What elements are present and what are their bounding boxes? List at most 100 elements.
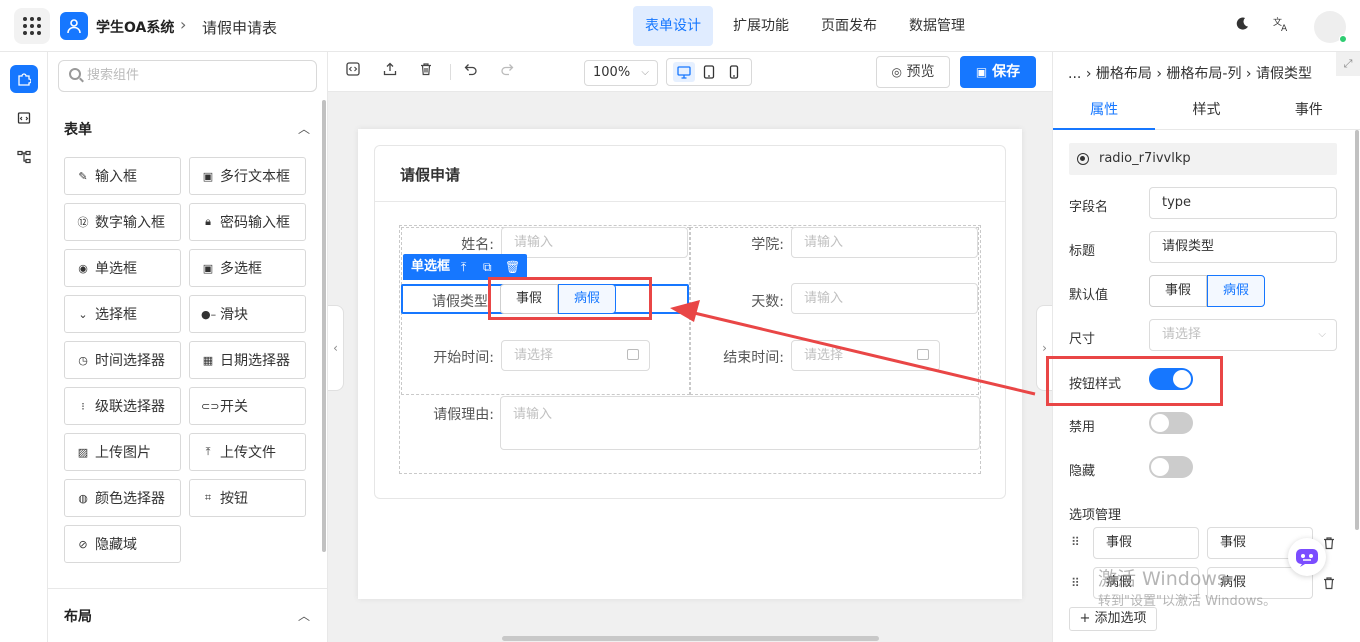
nav-form-design[interactable]: 表单设计 [633, 6, 713, 46]
export-icon[interactable] [381, 62, 399, 80]
comp-number[interactable]: ⑫ 数字输入框 [64, 203, 181, 241]
comp-cascader[interactable]: ⁝ 级联选择器 [64, 387, 181, 425]
start-time-picker[interactable]: 请选择 [501, 340, 650, 371]
comp-radio[interactable]: ◉ 单选框 [64, 249, 181, 287]
hidden-toggle[interactable] [1149, 456, 1193, 478]
comp-select[interactable]: ⌄ 选择框 [64, 295, 181, 333]
grid-icon [23, 17, 41, 35]
section-layout-title: 布局 [64, 609, 92, 625]
app-logo [60, 12, 88, 40]
type-label: 请假类型 [432, 294, 488, 310]
comp-checkbox[interactable]: ▣ 多选框 [189, 249, 306, 287]
property-tabs: 属性 样式 事件 [1053, 92, 1360, 130]
search-input[interactable]: 搜索组件 [58, 60, 317, 92]
comp-password[interactable]: 🔒︎ 密码输入框 [189, 203, 306, 241]
reason-textarea[interactable]: 请输入 [500, 396, 980, 450]
tree-tab[interactable] [10, 143, 38, 171]
section-form-title: 表单 [64, 122, 92, 138]
nav-extensions[interactable]: 扩展功能 [721, 6, 801, 46]
default-sick[interactable]: 病假 [1207, 275, 1266, 307]
upload-icon: ⤒ [205, 445, 211, 458]
preview-icon: ◎ [891, 65, 903, 79]
divider [375, 201, 1005, 202]
image-icon: ▨ [77, 445, 89, 459]
drag-handle-icon[interactable]: ⠿ [1071, 535, 1081, 549]
divider [450, 64, 451, 80]
undo-icon[interactable] [462, 62, 480, 80]
mobile-icon[interactable] [723, 62, 745, 82]
comp-color[interactable]: ◍ 颜色选择器 [64, 479, 181, 517]
chevron-up-icon[interactable]: ︿ [298, 607, 310, 624]
robot-icon [1296, 549, 1318, 567]
nav-publish[interactable]: 页面发布 [809, 6, 889, 46]
zoom-select[interactable]: 100% ⌵ [584, 60, 658, 86]
scrollbar[interactable] [322, 100, 326, 552]
scrollbar[interactable] [1355, 130, 1359, 530]
crumb-ellipsis[interactable]: ... [1068, 66, 1081, 82]
comp-slider[interactable]: ●– 滑块 [189, 295, 306, 333]
desktop-icon[interactable] [672, 62, 695, 82]
code-icon[interactable] [344, 62, 362, 80]
title-input[interactable]: 请假类型 [1149, 231, 1337, 263]
calendar-icon [627, 349, 639, 360]
assistant-bot-button[interactable] [1288, 538, 1326, 576]
chevron-right-icon: › [1156, 66, 1167, 82]
radio-icon: ◉ [78, 261, 88, 275]
name-input[interactable]: 请输入 [501, 227, 688, 258]
trash-icon[interactable] [1322, 576, 1336, 590]
comp-input[interactable]: ✎ 输入框 [64, 157, 181, 195]
redo-icon[interactable] [498, 62, 516, 80]
college-label: 学院: [751, 237, 784, 253]
save-button[interactable]: ▣ 保存 [960, 56, 1036, 88]
apps-grid-button[interactable] [14, 8, 50, 44]
avatar[interactable] [1314, 11, 1347, 43]
comp-hidden[interactable]: ⊘ 隐藏域 [64, 525, 181, 563]
tab-attributes[interactable]: 属性 [1053, 92, 1156, 130]
disabled-toggle[interactable] [1149, 412, 1193, 434]
save-icon: ▣ [975, 65, 988, 79]
code-box-icon [17, 112, 31, 124]
option-label-input[interactable]: 事假 [1093, 527, 1199, 559]
comp-button[interactable]: ⌗ 按钮 [189, 479, 306, 517]
college-input[interactable]: 请输入 [791, 227, 978, 258]
chevron-up-icon[interactable]: ︿ [298, 120, 310, 137]
trash-icon[interactable] [417, 62, 435, 80]
search-icon [69, 68, 81, 80]
clock-icon: ◷ [78, 353, 88, 367]
comp-upload-file[interactable]: ⤒ 上传文件 [189, 433, 306, 471]
tablet-icon[interactable] [698, 62, 720, 82]
field-name-label: 字段名 [1069, 200, 1109, 215]
component-panel: 搜索组件 表单 ︿ ✎ 输入框 ▣ 多行文本框 ⑫ 数字输入框 🔒︎ 密码输入框 ◉ 单选… [48, 52, 328, 642]
tab-events[interactable]: 事件 [1258, 92, 1360, 129]
preview-button[interactable]: ◎ 预览 [876, 56, 950, 88]
code-tab[interactable] [10, 104, 38, 132]
comp-switch[interactable]: ⊂⊃ 开关 [189, 387, 306, 425]
drag-handle-icon[interactable]: ⠿ [1071, 576, 1081, 590]
translate-icon[interactable]: 文A [1272, 16, 1292, 36]
arrow-up-icon[interactable]: ⤒ [461, 254, 466, 280]
add-option-button[interactable]: + 添加选项 [1069, 607, 1157, 631]
slider-icon: ●– [201, 307, 217, 321]
online-status-dot [1339, 35, 1347, 43]
canvas-toolbar: 100% ⌵ ◎ 预览 ▣ 保存 [328, 52, 1052, 92]
comp-time[interactable]: ◷ 时间选择器 [64, 341, 181, 379]
default-personal[interactable]: 事假 [1149, 275, 1208, 307]
size-label: 尺寸 [1069, 332, 1096, 347]
highlight-box [488, 277, 652, 320]
collapse-left-handle[interactable]: ‹ [328, 305, 344, 391]
lock-icon: 🔒︎ [205, 215, 211, 228]
field-name-input[interactable]: type [1149, 187, 1337, 219]
calendar-icon: ▦ [202, 353, 214, 367]
components-tab[interactable] [10, 65, 38, 93]
horizontal-scrollbar[interactable] [502, 636, 879, 641]
comp-textarea[interactable]: ▣ 多行文本框 [189, 157, 306, 195]
comp-upload-image[interactable]: ▨ 上传图片 [64, 433, 181, 471]
fullscreen-icon[interactable]: ⤢ [1336, 52, 1360, 76]
comp-date[interactable]: ▦ 日期选择器 [189, 341, 306, 379]
tab-style[interactable]: 样式 [1155, 92, 1257, 129]
crumb-grid[interactable]: 栅格布局 [1096, 66, 1152, 82]
size-select[interactable]: 请选择 ⌵ [1149, 319, 1337, 351]
moon-icon[interactable] [1232, 16, 1252, 36]
nav-data[interactable]: 数据管理 [897, 6, 977, 46]
crumb-grid-col[interactable]: 栅格布局-列 [1166, 66, 1241, 82]
